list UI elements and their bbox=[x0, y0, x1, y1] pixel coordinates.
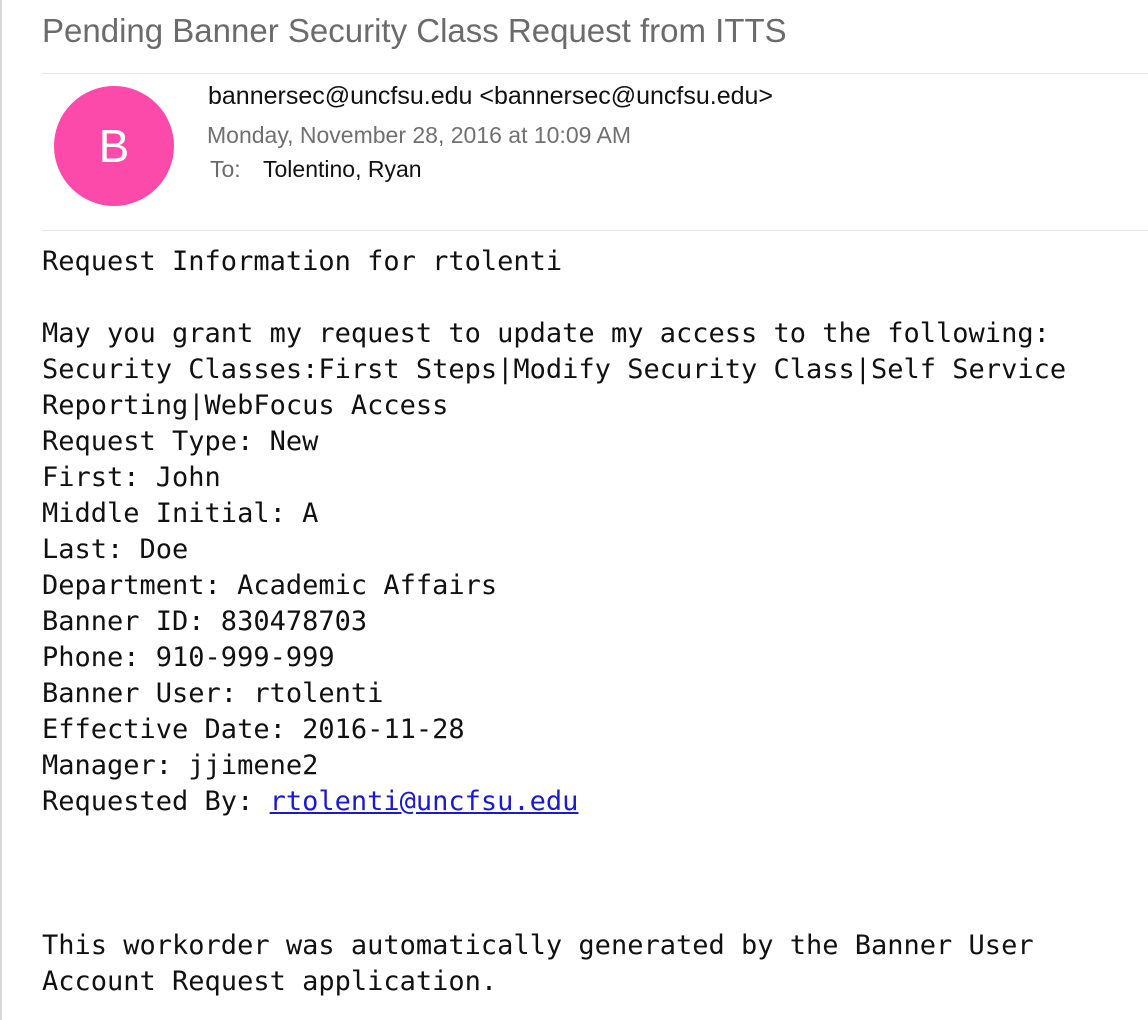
banner-id: Banner ID: 830478703 bbox=[42, 606, 368, 637]
banner-user: Banner User: rtolenti bbox=[42, 678, 384, 709]
body-divider bbox=[42, 230, 1148, 231]
email-subject: Pending Banner Security Class Request fr… bbox=[42, 12, 787, 49]
request-heading: Request Information for rtolenti bbox=[42, 246, 563, 277]
footer-line-2: Account Request application. bbox=[42, 966, 498, 997]
effective-date: Effective Date: 2016-11-28 bbox=[42, 714, 465, 745]
request-intro: May you grant my request to update my ac… bbox=[42, 318, 1050, 349]
first-name: First: John bbox=[42, 462, 221, 493]
header-divider bbox=[42, 73, 1148, 74]
email-body: Request Information for rtolenti May you… bbox=[42, 244, 1142, 820]
to-label: To: bbox=[210, 156, 241, 182]
window-left-edge bbox=[0, 0, 2, 1020]
manager: Manager: jjimene2 bbox=[42, 750, 319, 781]
recipient-name[interactable]: Tolentino, Ryan bbox=[263, 156, 422, 183]
footer-line-1: This workorder was automatically generat… bbox=[42, 930, 1034, 961]
email-footer: This workorder was automatically generat… bbox=[42, 928, 1034, 1000]
last-name: Last: Doe bbox=[42, 534, 189, 565]
sent-date: Monday, November 28, 2016 at 10:09 AM bbox=[207, 122, 632, 148]
department: Department: Academic Affairs bbox=[42, 570, 498, 601]
requested-by-label: Requested By: bbox=[42, 786, 270, 817]
recipient-row: To: Tolentino, Ryan bbox=[210, 156, 422, 183]
security-classes-line-2: Reporting|WebFocus Access bbox=[42, 390, 449, 421]
phone: Phone: 910-999-999 bbox=[42, 642, 335, 673]
security-classes-line-1: Security Classes:First Steps|Modify Secu… bbox=[42, 354, 1067, 385]
sender-avatar: B bbox=[54, 86, 174, 206]
avatar-letter: B bbox=[98, 120, 130, 172]
requested-by: Requested By: rtolenti@uncfsu.edu bbox=[42, 784, 1142, 820]
sender-address[interactable]: bannersec@uncfsu.edu <bannersec@uncfsu.e… bbox=[208, 82, 773, 111]
requested-by-email-link[interactable]: rtolenti@uncfsu.edu bbox=[270, 786, 579, 817]
middle-initial: Middle Initial: A bbox=[42, 498, 319, 529]
request-type: Request Type: New bbox=[42, 426, 319, 457]
